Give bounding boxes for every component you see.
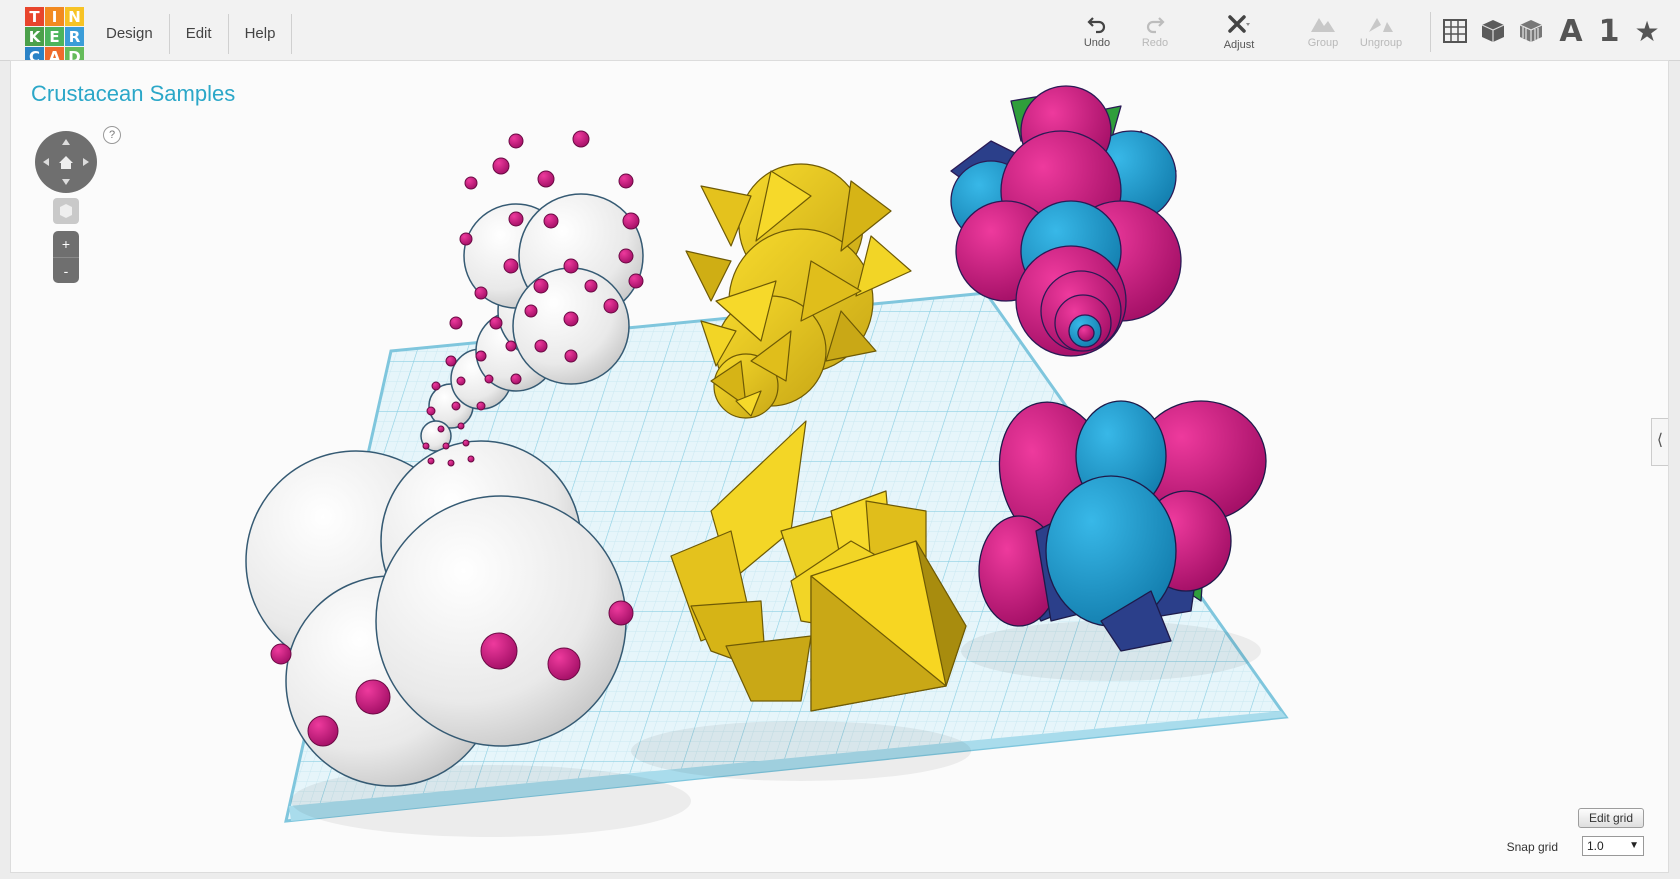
undo-icon	[1087, 17, 1106, 34]
logo-letter: E	[45, 27, 64, 46]
logo-letter: I	[45, 7, 64, 26]
tinkercad-logo[interactable]: TINKERCAD	[25, 7, 85, 67]
logo-letter: N	[65, 7, 84, 26]
help-icon[interactable]: ?	[103, 126, 121, 144]
shadow	[631, 721, 971, 781]
solid-cube-icon[interactable]	[1478, 16, 1508, 46]
scene-3d[interactable]	[11, 61, 1668, 872]
home-icon	[59, 156, 73, 169]
menu-edit[interactable]: Edit	[168, 14, 228, 54]
zoom-in-button[interactable]: +	[53, 231, 79, 258]
favorite-star-icon[interactable]: ★	[1632, 15, 1662, 48]
group-button[interactable]: Group	[1296, 14, 1350, 49]
number-shape-icon[interactable]: 1	[1594, 14, 1624, 49]
logo-letter: K	[25, 27, 44, 46]
workplane-canvas[interactable]: Crustacean Samples ? + - ⟨ Edit grid Sna…	[10, 60, 1669, 873]
ungroup-label: Ungroup	[1359, 37, 1403, 49]
menu-design[interactable]: Design	[90, 14, 169, 54]
adjust-button[interactable]: Adjust	[1212, 14, 1266, 51]
zoom-control: + -	[53, 231, 79, 283]
adjust-icon	[1228, 15, 1250, 33]
redo-button[interactable]: Redo	[1128, 14, 1182, 49]
striped-cube-icon[interactable]	[1516, 16, 1546, 46]
magenta-cyan-shell-front[interactable]	[978, 389, 1267, 652]
ungroup-button[interactable]: Ungroup	[1354, 14, 1408, 49]
ungroup-icon	[1369, 18, 1393, 32]
menu-help[interactable]: Help	[227, 14, 293, 54]
toolbar-divider	[1430, 12, 1431, 52]
snap-grid-label: Snap grid	[1506, 840, 1558, 854]
collapse-panel-button[interactable]: ⟨	[1651, 418, 1668, 466]
undo-button[interactable]: Undo	[1070, 14, 1124, 49]
zoom-out-button[interactable]: -	[53, 258, 79, 284]
main-menu: Design Edit Help	[90, 14, 293, 54]
fit-view-button[interactable]	[53, 198, 79, 224]
logo-letter: T	[25, 7, 44, 26]
top-bar: TINKERCAD Design Edit Help Undo Redo Adj…	[0, 0, 1680, 66]
adjust-label: Adjust	[1223, 39, 1255, 51]
orbit-arrows-icon	[43, 139, 89, 185]
cube-icon	[60, 204, 72, 218]
dropdown-arrow-icon: ▼	[1629, 840, 1639, 851]
redo-icon	[1146, 17, 1165, 34]
orbit-control[interactable]	[35, 131, 97, 193]
design-title[interactable]: Crustacean Samples	[31, 81, 235, 107]
logo-letter: R	[65, 27, 84, 46]
snap-grid-select[interactable]: 1.0 ▼	[1582, 836, 1644, 856]
redo-label: Redo	[1141, 37, 1169, 49]
group-label: Group	[1307, 37, 1339, 49]
undo-label: Undo	[1083, 37, 1111, 49]
group-icon	[1311, 18, 1335, 32]
snap-grid-value: 1.0	[1587, 839, 1604, 853]
text-shape-icon[interactable]: A	[1556, 14, 1586, 49]
edit-grid-button[interactable]: Edit grid	[1577, 808, 1644, 828]
grid-view-icon[interactable]	[1440, 16, 1470, 46]
